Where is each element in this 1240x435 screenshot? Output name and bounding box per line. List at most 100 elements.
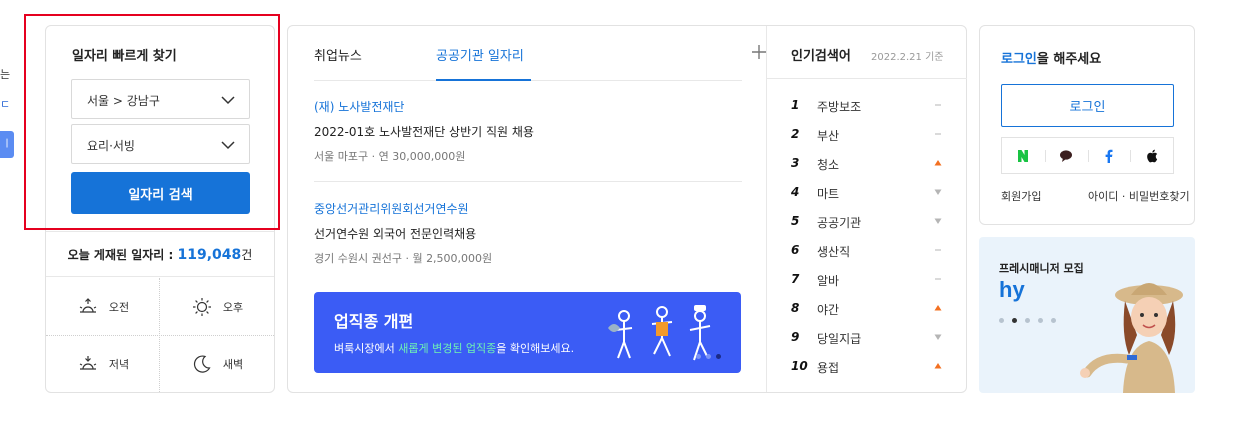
popular-search-item[interactable]: 3 청소 [791, 154, 943, 174]
time-filter-afternoon[interactable]: 오후 [160, 278, 274, 335]
time-filter-morning[interactable]: 오전 [46, 278, 160, 335]
news-panel: 취업뉴스 공공기관 일자리 (재) 노사발전재단 2022-01호 노사발전재단… [287, 25, 967, 393]
rank-number: 7 [791, 272, 800, 286]
news-tabs: 취업뉴스 공공기관 일자리 [314, 26, 766, 81]
social-login-bar [1001, 137, 1174, 174]
sunset-icon [79, 355, 97, 370]
tab-job-news[interactable]: 취업뉴스 [314, 45, 362, 64]
popular-search-item[interactable]: 1 주방보조 [791, 96, 943, 116]
news-salary: · 연 30,000,000원 [371, 150, 466, 163]
plus-icon[interactable] [751, 44, 767, 60]
rank-keyword[interactable]: 청소 [817, 156, 839, 173]
news-meta: 서울 마포구 · 연 30,000,000원 [314, 148, 742, 164]
active-tab-indicator [436, 79, 531, 81]
login-panel: 로그인을 해주세요 로그인 회원가입 아이디 · 비밀번호찾기 [979, 25, 1195, 225]
popular-search-item[interactable]: 7 알바 [791, 270, 943, 290]
trend-up-icon [934, 305, 942, 311]
rank-keyword[interactable]: 공공기관 [817, 214, 861, 231]
ad-title: 프레시매니저 모집 [999, 262, 1084, 275]
left-edge-fragment: 는 ㄷ ㅣ [0, 0, 14, 435]
time-filter-evening[interactable]: 저녁 [46, 335, 160, 392]
login-link[interactable]: 로그인 [1001, 52, 1037, 67]
no-change-icon [935, 278, 941, 280]
moon-icon [193, 355, 211, 373]
news-headline[interactable]: 2022-01호 노사발전재단 상반기 직원 채용 [314, 123, 742, 140]
apple-login-button[interactable] [1130, 138, 1173, 173]
rank-number: 1 [791, 98, 800, 112]
facebook-login-button[interactable] [1087, 138, 1131, 173]
time-filter-dawn[interactable]: 새벽 [160, 335, 274, 392]
news-org[interactable]: 중앙선거관리위원회선거연수원 [314, 200, 742, 217]
rank-number: 9 [791, 330, 800, 344]
no-change-icon [935, 104, 941, 106]
rank-keyword[interactable]: 마트 [817, 185, 839, 202]
find-account-link[interactable]: 아이디 · 비밀번호찾기 [1088, 188, 1190, 204]
edge-pill[interactable]: ㅣ [0, 131, 14, 158]
news-location: 서울 마포구 [314, 150, 369, 163]
news-headline[interactable]: 선거연수원 외국어 전문인력채용 [314, 225, 742, 242]
popular-search-title: 인기검색어 [791, 49, 851, 64]
time-filter-label: 오전 [108, 300, 130, 314]
job-category-banner[interactable]: 업직종 개편 벼룩시장에서 새롭게 변경된 업직종을 확인해보세요. [314, 292, 741, 373]
fresh-manager-ad[interactable]: 프레시매니저 모집 hy [979, 237, 1195, 393]
edge-text: 는 [0, 68, 11, 81]
divider [314, 181, 742, 182]
rank-number: 5 [791, 214, 800, 228]
popular-search-item[interactable]: 2 부산 [791, 125, 943, 145]
time-filter-label: 저녁 [108, 357, 130, 371]
popular-search-item[interactable]: 6 생산직 [791, 241, 943, 261]
popular-search-item[interactable]: 8 야간 [791, 299, 943, 319]
rank-number: 8 [791, 301, 800, 315]
rank-number: 3 [791, 156, 800, 170]
today-unit: 건 [241, 248, 253, 262]
rank-keyword[interactable]: 부산 [817, 127, 839, 144]
naver-login-button[interactable] [1002, 138, 1045, 173]
rank-number: 10 [791, 359, 808, 373]
today-label: 오늘 게재된 일자리 : [67, 248, 178, 262]
popular-search-header: 인기검색어 2022.2.21 기준 [767, 26, 967, 79]
facebook-icon [1105, 149, 1113, 163]
rank-number: 2 [791, 127, 800, 141]
hy-logo: hy [999, 277, 1025, 302]
signup-link[interactable]: 회원가입 [1001, 188, 1041, 204]
rank-keyword[interactable]: 생산직 [817, 243, 850, 260]
sunrise-icon [79, 297, 97, 313]
news-org[interactable]: (재) 노사발전재단 [314, 98, 742, 115]
trend-down-icon [934, 218, 942, 224]
kakao-icon [1060, 149, 1073, 162]
popular-search-item[interactable]: 10 용접 [791, 357, 943, 377]
trend-down-icon [934, 189, 942, 195]
naver-icon [1018, 149, 1029, 162]
popular-search-item[interactable]: 4 마트 [791, 183, 943, 203]
rank-keyword[interactable]: 주방보조 [817, 98, 861, 115]
banner-title: 업직종 개편 [334, 312, 414, 331]
trend-up-icon [934, 160, 942, 166]
rank-keyword[interactable]: 당일지급 [817, 330, 861, 347]
kakao-login-button[interactable] [1044, 138, 1088, 173]
banner-pagination[interactable] [696, 354, 721, 359]
trend-up-icon [934, 363, 942, 369]
highlight-box [24, 14, 280, 230]
trend-down-icon [934, 334, 942, 340]
news-salary: · 월 2,500,000원 [405, 252, 493, 265]
rank-number: 4 [791, 185, 800, 199]
sun-icon [192, 297, 211, 316]
news-item[interactable]: (재) 노사발전재단 2022-01호 노사발전재단 상반기 직원 채용 서울 … [314, 98, 742, 164]
popular-search-item[interactable]: 9 당일지급 [791, 328, 943, 348]
rank-keyword[interactable]: 용접 [817, 359, 839, 376]
banner-subtitle: 벼룩시장에서 새롭게 변경된 업직종을 확인해보세요. [334, 342, 575, 355]
tab-public-jobs[interactable]: 공공기관 일자리 [436, 45, 524, 64]
rank-keyword[interactable]: 야간 [817, 301, 839, 318]
news-item[interactable]: 중앙선거관리위원회선거연수원 선거연수원 외국어 전문인력채용 경기 수원시 권… [314, 200, 742, 266]
news-meta: 경기 수원시 권선구 · 월 2,500,000원 [314, 250, 742, 266]
rank-number: 6 [791, 243, 800, 257]
popular-search-panel: 인기검색어 2022.2.21 기준 1 주방보조 2 부산 3 청소 4 마트 5 공공기관 6 생… [766, 26, 967, 392]
popular-search-item[interactable]: 5 공공기관 [791, 212, 943, 232]
edge-text-link[interactable]: ㄷ [0, 96, 10, 112]
time-filter-grid: 오전 오후 저녁 새벽 [46, 278, 274, 393]
login-prompt: 로그인을 해주세요 [1001, 52, 1102, 67]
no-change-icon [935, 249, 941, 251]
login-button[interactable]: 로그인 [1001, 84, 1174, 127]
rank-keyword[interactable]: 알바 [817, 272, 839, 289]
today-count: 119,048 [177, 247, 242, 263]
